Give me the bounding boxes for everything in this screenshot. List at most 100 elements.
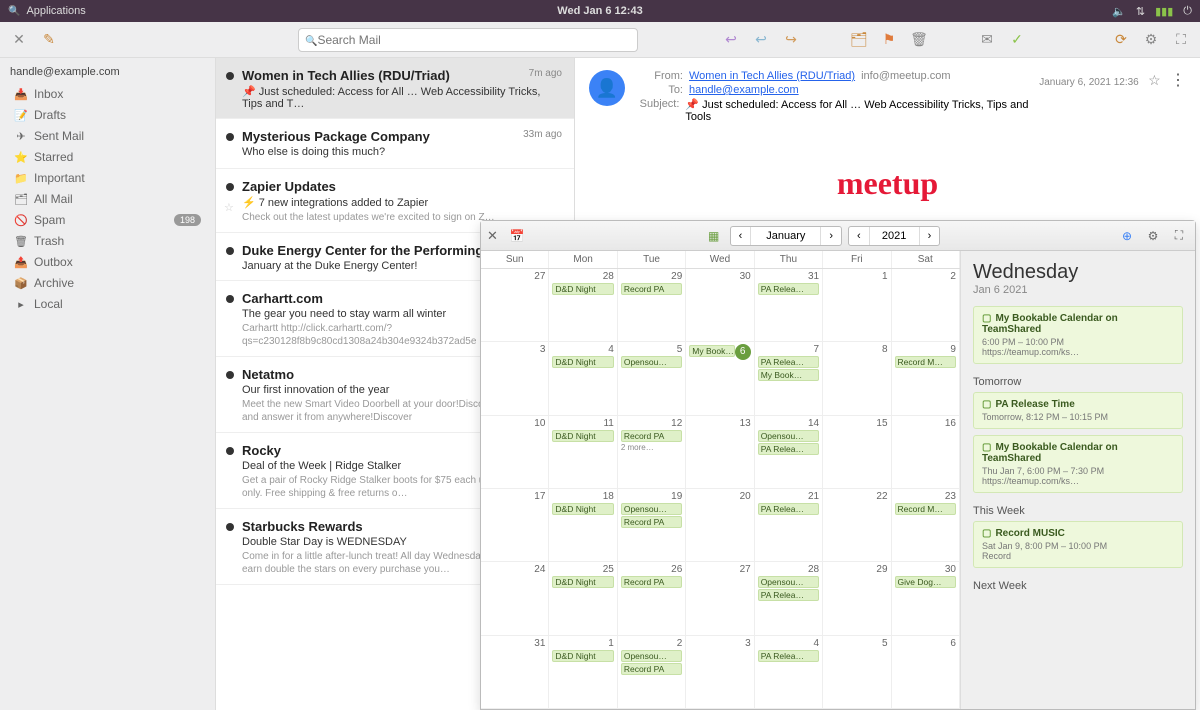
side-event[interactable]: ▢My Bookable Calendar on TeamShared6:00 … (973, 306, 1183, 364)
event-chip[interactable]: PA Relea… (758, 356, 819, 368)
sidebar-item[interactable]: 🗑Trash (10, 231, 205, 251)
to-link[interactable]: handle@example.com (689, 84, 799, 96)
sidebar-item[interactable]: ✈Sent Mail (10, 126, 205, 146)
settings-icon[interactable]: ⚙ (1140, 29, 1162, 51)
volume-icon[interactable]: 🔈 (1112, 5, 1126, 18)
sidebar-item[interactable]: 📤Outbox (10, 252, 205, 272)
event-chip[interactable]: PA Relea… (758, 589, 819, 601)
calendar-cell[interactable]: 27 (481, 269, 549, 341)
calendar-cell[interactable]: 15 (823, 416, 891, 488)
calendar-cell[interactable]: 10 (481, 416, 549, 488)
event-chip[interactable]: PA Relea… (758, 503, 819, 515)
account-label[interactable]: handle@example.com (10, 66, 205, 78)
calendar-cell[interactable]: 17 (481, 489, 549, 561)
event-chip[interactable]: Opensou… (758, 576, 819, 588)
star-icon[interactable]: ☆ (1148, 72, 1161, 88)
calendar-cell[interactable]: 6 (892, 636, 960, 708)
calendar-cell[interactable]: 5 (823, 636, 891, 708)
calendar-cell[interactable]: 19Opensou…Record PA (618, 489, 686, 561)
close-icon[interactable]: ✕ (8, 29, 30, 51)
new-event-icon[interactable]: 📅 (507, 229, 527, 243)
event-chip[interactable]: D&D Night (552, 503, 613, 515)
mark-read-icon[interactable]: ✉ (976, 29, 998, 51)
more-events[interactable]: 2 more… (621, 443, 682, 452)
trash-icon[interactable]: 🗑 (908, 29, 930, 51)
event-chip[interactable]: PA Relea… (758, 650, 819, 662)
event-chip[interactable]: Record M… (895, 503, 956, 515)
event-chip[interactable]: Opensou… (621, 503, 682, 515)
calendar-cell[interactable]: 21PA Relea… (755, 489, 823, 561)
calendar-cell[interactable]: 11D&D Night (549, 416, 617, 488)
calendar-cell[interactable]: 23Record M… (892, 489, 960, 561)
calendar-cell[interactable]: 1 (823, 269, 891, 341)
calendar-cell[interactable]: 28D&D Night (549, 269, 617, 341)
event-chip[interactable]: PA Relea… (758, 283, 819, 295)
archive-icon[interactable]: 🗂 (848, 29, 870, 51)
prev-year-button[interactable]: ‹ (849, 227, 870, 245)
side-event[interactable]: ▢Record MUSICSat Jan 9, 8:00 PM – 10:00 … (973, 521, 1183, 568)
calendar-cell[interactable]: 27 (686, 562, 754, 634)
sidebar-item[interactable]: ▸Local (10, 294, 205, 314)
calendar-cell[interactable]: 31 (481, 636, 549, 708)
sync-icon[interactable]: ⟳ (1110, 29, 1132, 51)
sidebar-item[interactable]: ⭐Starred (10, 147, 205, 167)
reply-all-icon[interactable]: ↩ (750, 29, 772, 51)
calendar-cell[interactable]: 30 (686, 269, 754, 341)
calendar-cell[interactable]: 18D&D Night (549, 489, 617, 561)
reply-icon[interactable]: ↩ (720, 29, 742, 51)
calendar-cell[interactable]: 29 (823, 562, 891, 634)
maximize-icon[interactable]: ⛶ (1169, 228, 1189, 243)
calendar-cell[interactable]: 3 (686, 636, 754, 708)
maximize-icon[interactable]: ⛶ (1170, 29, 1192, 51)
compose-icon[interactable]: ✎ (38, 29, 60, 51)
calendar-cell[interactable]: 20 (686, 489, 754, 561)
event-chip[interactable]: Opensou… (758, 430, 819, 442)
calendar-cell[interactable]: 4PA Relea… (755, 636, 823, 708)
sidebar-item[interactable]: 🗂All Mail (10, 189, 205, 209)
event-chip[interactable]: Give Dog… (895, 576, 956, 588)
today-icon[interactable]: ▦ (704, 229, 724, 243)
flag-icon[interactable]: ⚑ (878, 29, 900, 51)
sidebar-item[interactable]: 📥Inbox (10, 84, 205, 104)
event-chip[interactable]: Opensou… (621, 356, 682, 368)
star-icon[interactable]: ☆ (224, 201, 234, 214)
message-item[interactable]: 33m agoMysterious Package CompanyWho els… (216, 119, 574, 169)
calendar-cell[interactable]: 3 (481, 342, 549, 414)
side-event[interactable]: ▢PA Release TimeTomorrow, 8:12 PM – 10:1… (973, 392, 1183, 429)
event-chip[interactable]: D&D Night (552, 283, 613, 295)
calendar-cell[interactable]: 25D&D Night (549, 562, 617, 634)
calendar-cell[interactable]: 5Opensou… (618, 342, 686, 414)
add-calendar-icon[interactable]: ⊕ (1117, 229, 1137, 243)
calendar-cell[interactable]: 6My Book… (686, 342, 754, 414)
calendar-cell[interactable]: 28Opensou…PA Relea… (755, 562, 823, 634)
settings-icon[interactable]: ⚙ (1143, 229, 1163, 243)
event-chip[interactable]: Record PA (621, 283, 682, 295)
message-item[interactable]: 7m agoWomen in Tech Allies (RDU/Triad)📌 … (216, 58, 574, 119)
calendar-cell[interactable]: 2Opensou…Record PA (618, 636, 686, 708)
sidebar-item[interactable]: 🚫Spam198 (10, 210, 205, 230)
calendar-cell[interactable]: 2 (892, 269, 960, 341)
sidebar-item[interactable]: 📦Archive (10, 273, 205, 293)
sidebar-item[interactable]: 📝Drafts (10, 105, 205, 125)
calendar-cell[interactable]: 13 (686, 416, 754, 488)
next-year-button[interactable]: › (920, 227, 940, 245)
side-event[interactable]: ▢My Bookable Calendar on TeamSharedThu J… (973, 435, 1183, 493)
prev-month-button[interactable]: ‹ (731, 227, 752, 245)
year-label[interactable]: 2021 (870, 227, 920, 245)
calendar-cell[interactable]: 7PA Relea…My Book… (755, 342, 823, 414)
calendar-cell[interactable]: 14Opensou…PA Relea… (755, 416, 823, 488)
from-link[interactable]: Women in Tech Allies (RDU/Triad) (689, 70, 855, 82)
event-chip[interactable]: Record PA (621, 430, 682, 442)
close-icon[interactable]: ✕ (487, 229, 501, 243)
search-box[interactable] (298, 28, 638, 52)
forward-icon[interactable]: ↪ (780, 29, 802, 51)
calendar-cell[interactable]: 16 (892, 416, 960, 488)
event-chip[interactable]: Record PA (621, 516, 682, 528)
calendar-cell[interactable]: 29Record PA (618, 269, 686, 341)
calendar-cell[interactable]: 1D&D Night (549, 636, 617, 708)
event-chip[interactable]: My Book… (689, 345, 734, 357)
calendar-cell[interactable]: 22 (823, 489, 891, 561)
event-chip[interactable]: Record PA (621, 663, 682, 675)
calendar-cell[interactable]: 8 (823, 342, 891, 414)
user-icon[interactable]: ⏻ (1183, 5, 1192, 18)
